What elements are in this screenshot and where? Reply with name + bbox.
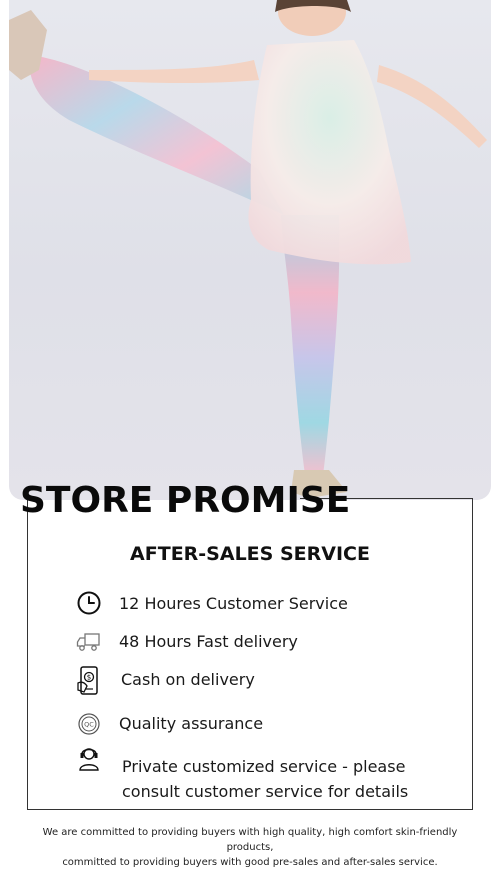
customer-service-agent-icon: [76, 744, 102, 771]
product-photo: [9, 0, 491, 500]
service-item-customer-service: 12 Houres Customer Service: [0, 589, 500, 619]
footer-line-2: committed to providing buyers with good …: [62, 857, 438, 868]
clock-icon: [76, 590, 102, 616]
store-promise-heading: STORE PROMISE: [20, 480, 351, 521]
service-item-label: Cash on delivery: [121, 670, 255, 689]
after-sales-title: AFTER-SALES SERVICE: [130, 543, 370, 565]
girl-in-tie-dye-leggings-illustration: [9, 0, 487, 498]
service-item-label: 48 Hours Fast delivery: [119, 632, 298, 651]
service-item-quality-assurance: QC Quality assurance: [0, 709, 500, 739]
service-item-label: Quality assurance: [119, 714, 264, 733]
footer-commitment: We are committed to providing buyers wit…: [30, 825, 470, 870]
service-item-label: Private customized service - please cons…: [122, 757, 409, 801]
service-item-cash-on-delivery: $ Cash on delivery: [0, 665, 500, 695]
quality-badge-icon: QC: [76, 711, 102, 737]
svg-text:$: $: [87, 674, 91, 682]
service-item-fast-delivery: 48 Hours Fast delivery: [0, 627, 500, 657]
cash-phone-icon: $: [76, 665, 102, 697]
footer-line-1: We are committed to providing buyers wit…: [42, 827, 458, 853]
svg-text:QC: QC: [84, 721, 94, 729]
service-item-customized-service: Private customized service - please cons…: [0, 742, 500, 802]
delivery-truck-icon: [76, 629, 102, 655]
service-item-label: 12 Houres Customer Service: [119, 594, 348, 613]
